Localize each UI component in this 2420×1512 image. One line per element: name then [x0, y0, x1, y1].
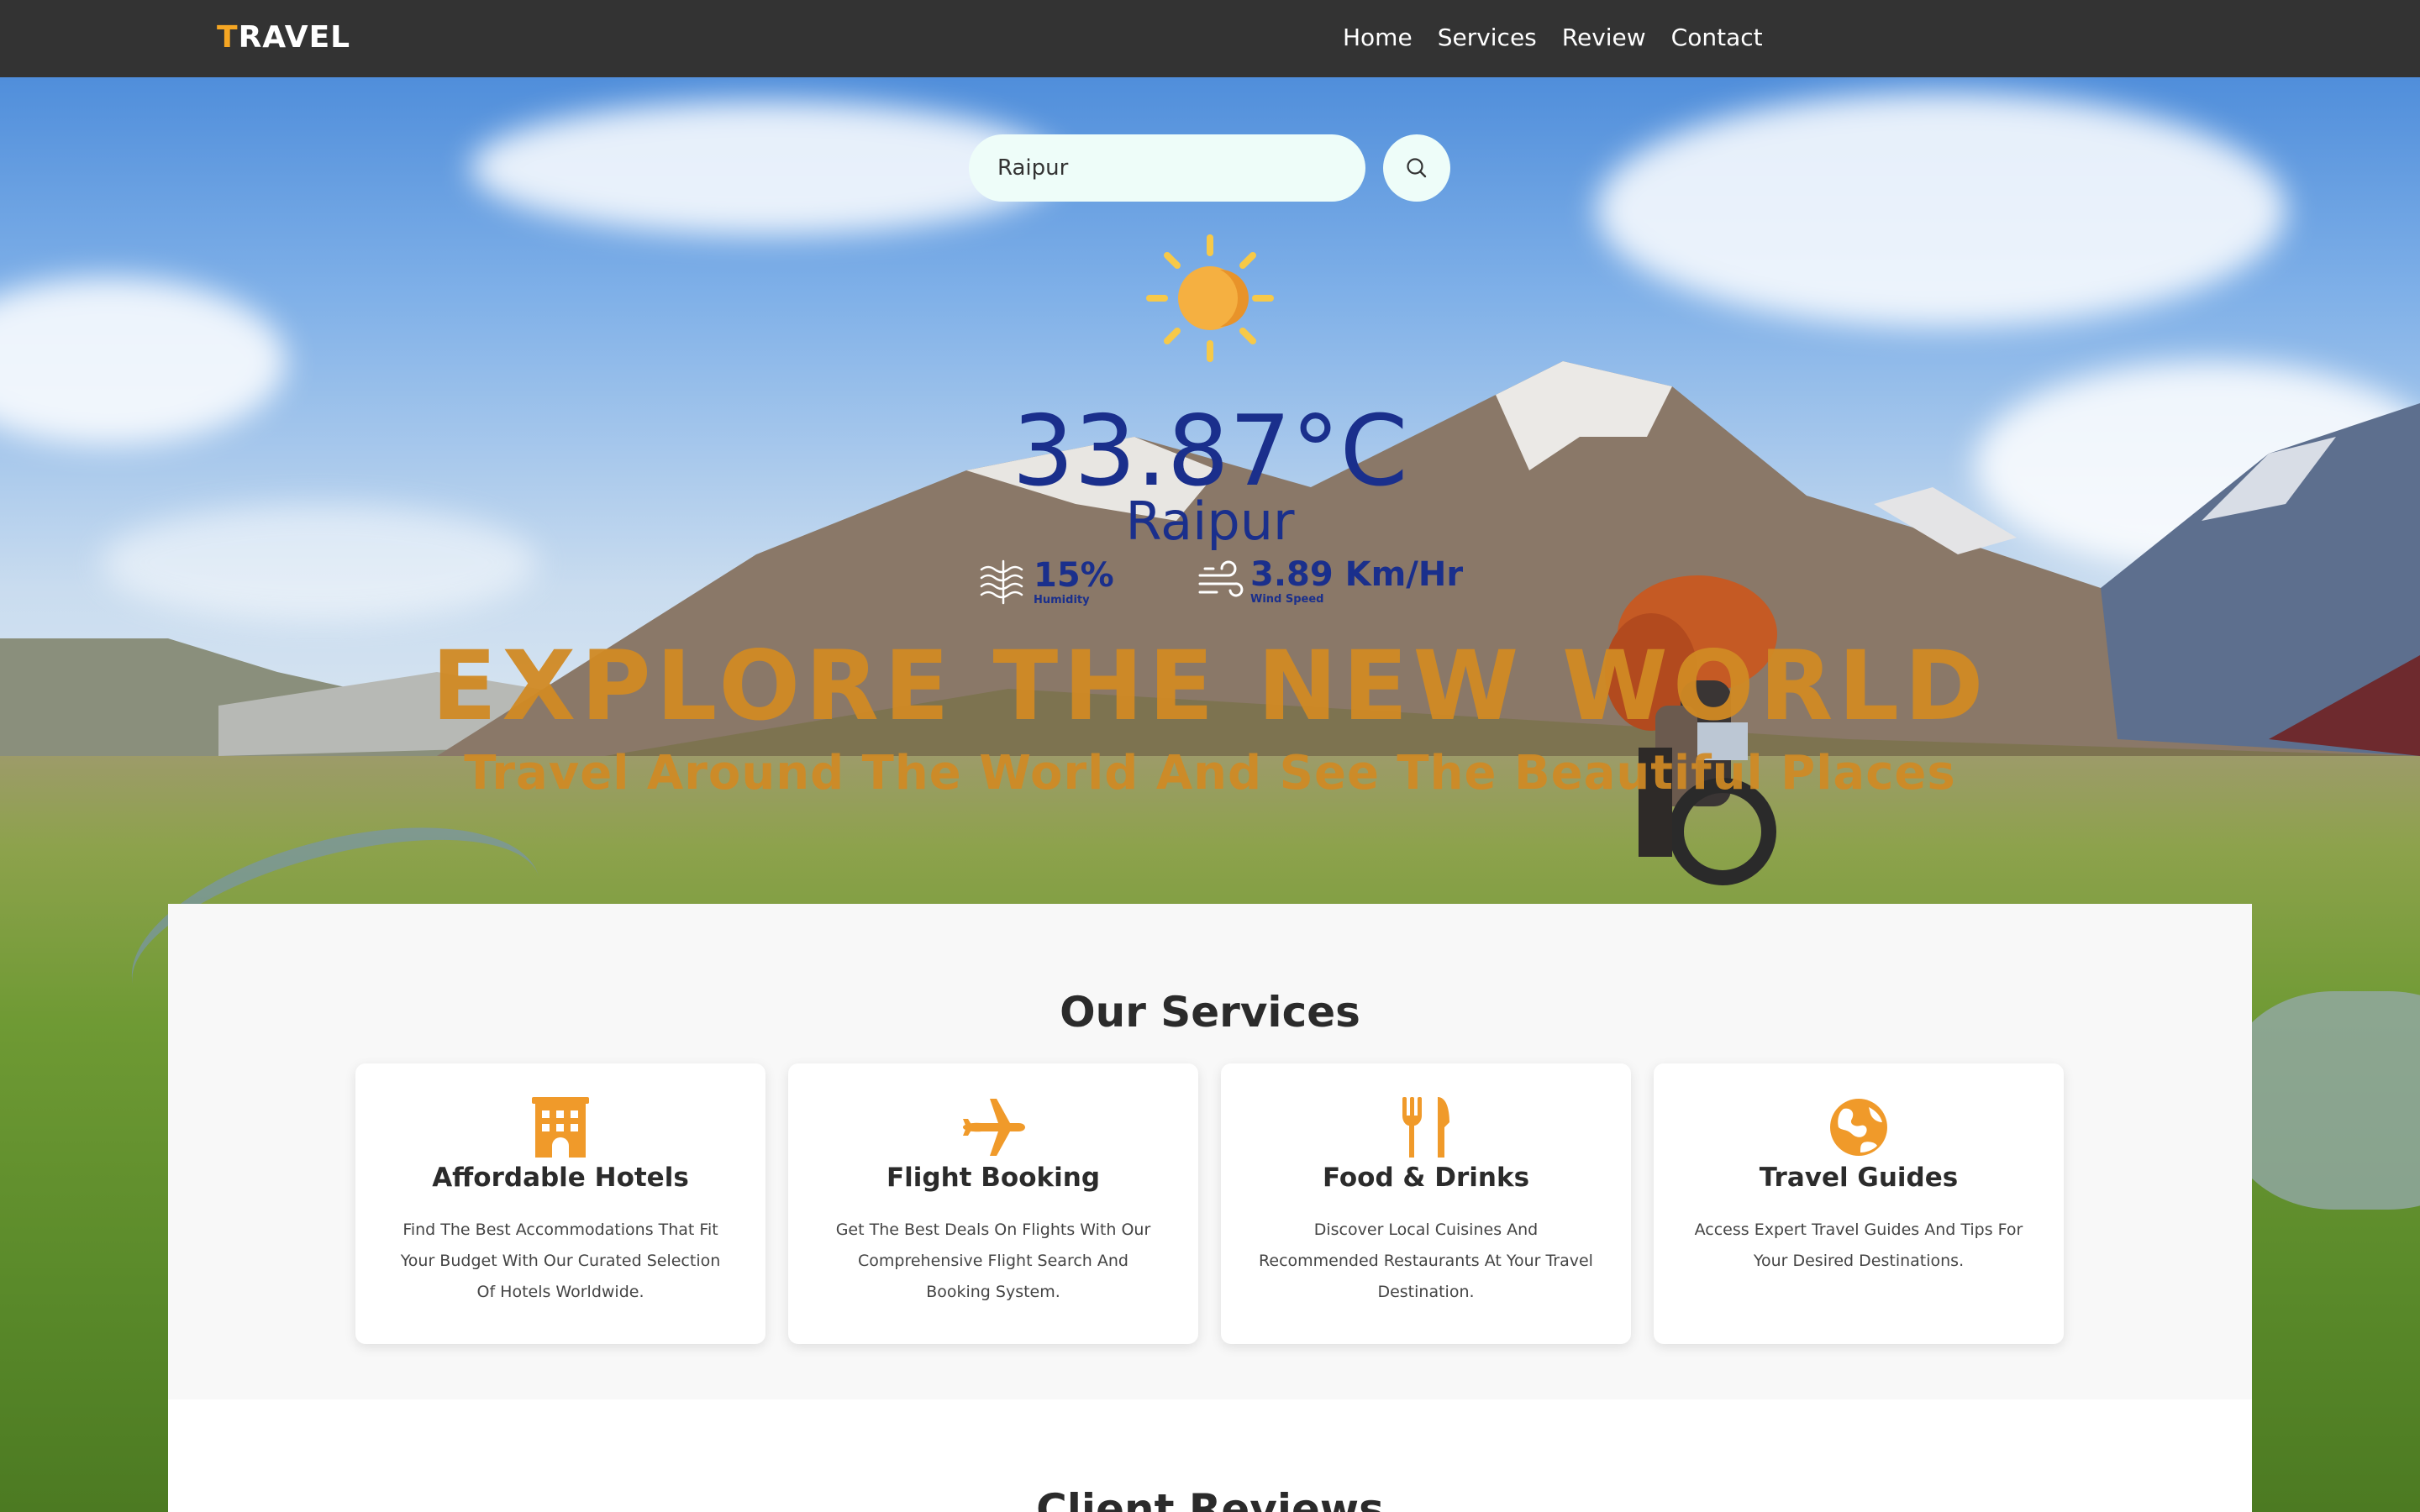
logo[interactable]: TRAVEL: [217, 20, 350, 55]
humidity-label: Humidity: [1034, 593, 1090, 606]
search-input[interactable]: [969, 134, 1365, 202]
wind-metric: 3.89 Km/Hr Wind Speed: [1197, 558, 1463, 606]
humidity-value: 15%: [1034, 555, 1114, 595]
service-description: Get The Best Deals On Flights With Our C…: [835, 1221, 1151, 1301]
hero-subtitle: Travel Around The World And See The Beau…: [464, 746, 1956, 801]
service-description: Access Expert Travel Guides And Tips For…: [1694, 1221, 2023, 1270]
humidity-icon: [980, 559, 1023, 605]
search-button[interactable]: [1383, 134, 1450, 202]
service-title: Travel Guides: [1759, 1163, 1959, 1193]
service-title: Food & Drinks: [1322, 1163, 1530, 1193]
hero-title: EXPLORE THE NEW WORLD: [431, 630, 1989, 742]
city-name: Raipur: [1125, 491, 1295, 552]
plane-icon: [963, 1099, 1025, 1156]
nav-link-home[interactable]: Home: [1343, 24, 1413, 51]
logo-text: RAVEL: [238, 20, 351, 55]
service-card-hotels[interactable]: Affordable Hotels Find The Best Accommod…: [355, 1063, 765, 1344]
nav-links: Home Services Review Contact: [1343, 24, 1763, 51]
service-card-flights[interactable]: Flight Booking Get The Best Deals On Fli…: [788, 1063, 1198, 1344]
navbar: TRAVEL Home Services Review Contact: [0, 0, 2420, 77]
services-section: Our Services Affordable Hotels Find The …: [168, 904, 2252, 1399]
services-title: Our Services: [1060, 988, 1360, 1037]
wind-speed-value: 3.89 Km/Hr: [1250, 555, 1464, 594]
reviews-section: Client Reviews: [168, 1399, 2252, 1512]
reviews-title: Client Reviews: [1036, 1485, 1384, 1512]
nav-link-review[interactable]: Review: [1562, 24, 1646, 51]
stream: [2227, 991, 2420, 1210]
service-description: Discover Local Cuisines And Recommended …: [1259, 1221, 1593, 1301]
service-card-guides[interactable]: Travel Guides Access Expert Travel Guide…: [1654, 1063, 2064, 1344]
nav-link-contact[interactable]: Contact: [1671, 24, 1763, 51]
wind-speed-label: Wind Speed: [1250, 593, 1324, 606]
utensils-icon: [1402, 1097, 1449, 1158]
service-title: Flight Booking: [886, 1163, 1101, 1193]
service-title: Affordable Hotels: [432, 1163, 689, 1193]
temperature-value: 33.87°C: [1012, 395, 1408, 508]
globe-icon: [1830, 1099, 1887, 1156]
hotel-icon: [532, 1097, 589, 1158]
service-description: Find The Best Accommodations That Fit Yo…: [400, 1221, 721, 1301]
nav-link-services[interactable]: Services: [1438, 24, 1537, 51]
search-icon: [1407, 158, 1427, 178]
humidity-metric: 15% Humidity: [978, 558, 1114, 606]
wind-icon: [1198, 560, 1244, 596]
sun-icon: [1146, 234, 1274, 362]
service-card-food[interactable]: Food & Drinks Discover Local Cuisines An…: [1221, 1063, 1631, 1344]
logo-initial: T: [217, 20, 239, 55]
